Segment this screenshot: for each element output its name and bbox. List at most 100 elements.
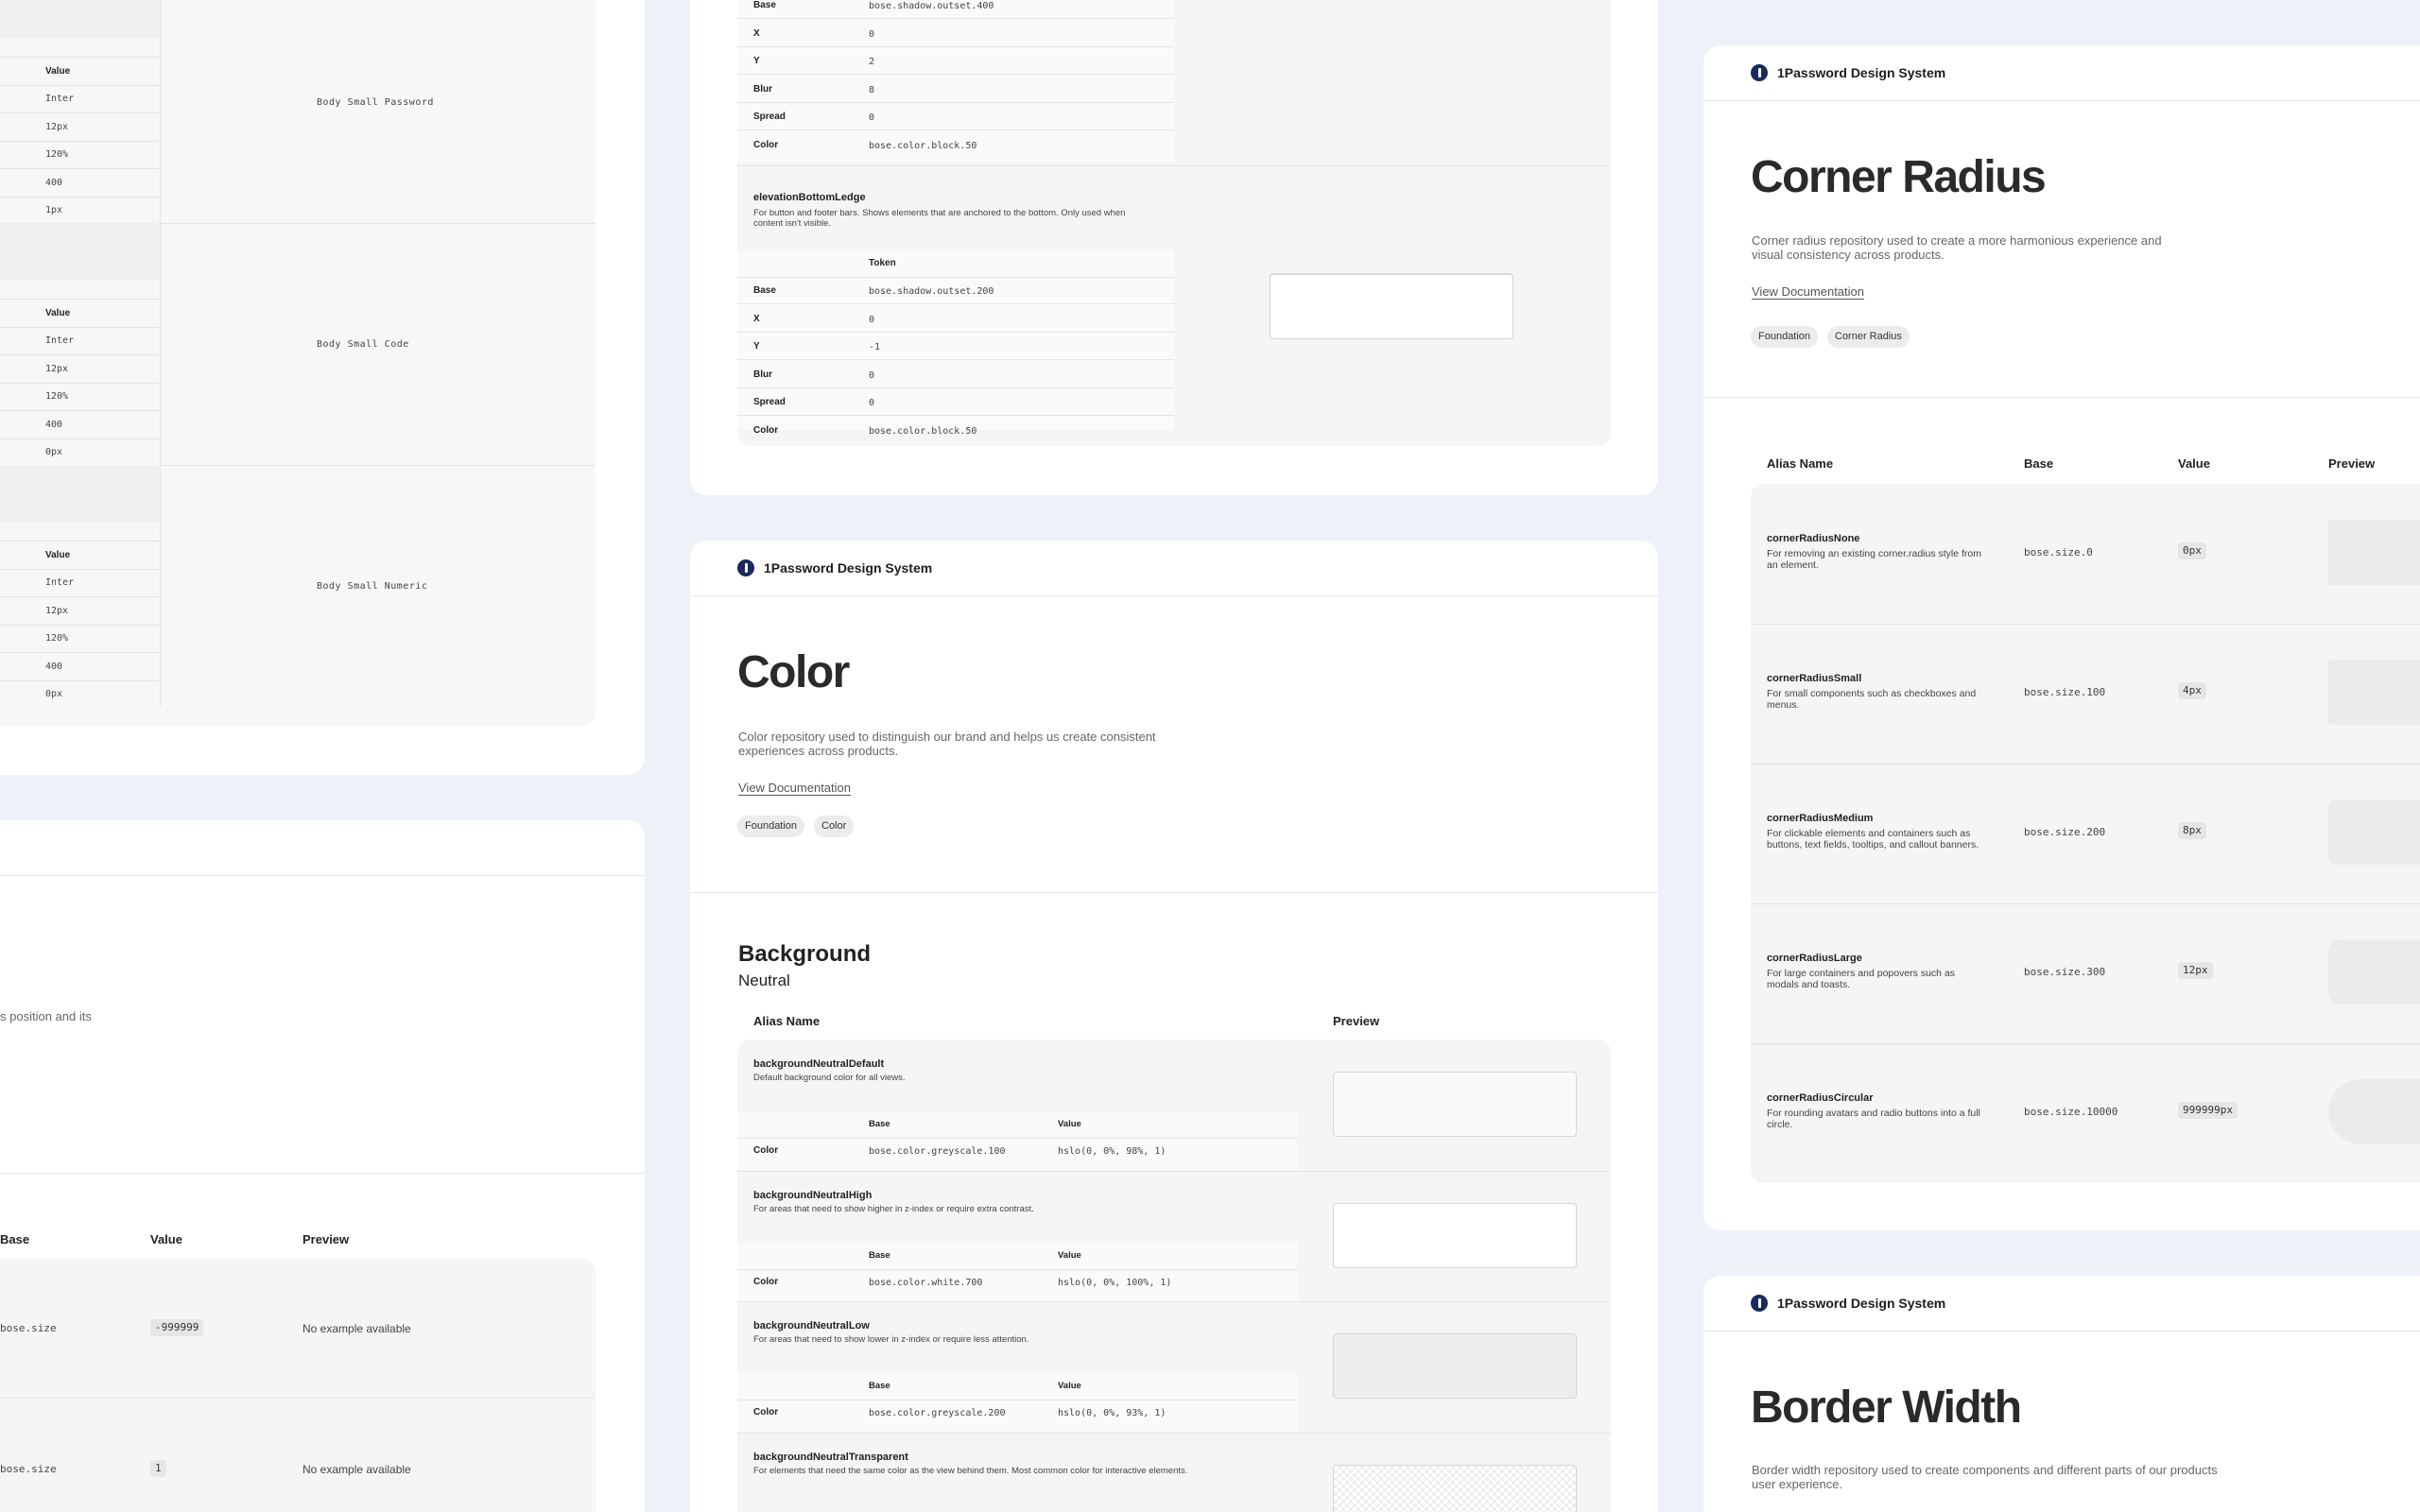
column-divider [160, 465, 161, 707]
elevation-preview [1270, 274, 1513, 339]
section-title: Background [738, 941, 872, 967]
page-description: Corner radius repository used to create … [1752, 233, 2162, 262]
row-divider [0, 652, 161, 653]
color-value: hslo(0, 0%, 93%, 1) [1058, 1408, 1167, 1418]
elevation-row-value: 8 [869, 84, 875, 95]
elevation-row-label: Spread [753, 112, 786, 122]
corner-alias-name: cornerRadiusMedium [1767, 813, 1874, 824]
page-description: Border width repository used to create c… [1752, 1463, 2218, 1491]
corner-preview-shape [2328, 660, 2420, 725]
elevation-row-value: 0 [869, 28, 875, 40]
typography-value: 400 [45, 661, 63, 672]
divider [0, 1173, 645, 1174]
tag-foundation[interactable]: Foundation [1751, 326, 1819, 348]
corner-value: 8px [2178, 822, 2206, 839]
color-value: hslo(0, 0%, 100%, 1) [1058, 1277, 1172, 1288]
color-alias-name: backgroundNeutralDefault [753, 1058, 885, 1070]
elevation-row-value: 0 [869, 369, 875, 381]
row-divider [1751, 903, 2420, 904]
corner-value: 999999px [2178, 1102, 2238, 1119]
row-divider [0, 354, 161, 355]
typography-sample-area [0, 465, 161, 522]
corner-base: bose.size.10000 [2024, 1106, 2118, 1118]
corner-alias-name: cornerRadiusSmall [1767, 673, 1862, 684]
elevation-row-label: Y [753, 56, 760, 66]
row-divider [0, 299, 161, 300]
brand-header: 1Password Design System [1751, 1295, 1945, 1312]
typography-style-name: Body Small Code [317, 339, 409, 350]
row-divider [0, 168, 161, 169]
color-preview-swatch [1333, 1202, 1577, 1268]
corner-preview-shape [2328, 939, 2420, 1005]
row-divider [737, 359, 1174, 360]
row-divider [0, 196, 161, 198]
elevation-row-value: bose.shadow.outset.200 [869, 286, 994, 297]
corner-alias-name: cornerRadiusCircular [1767, 1092, 1874, 1104]
corner-alias-desc: For small components such as checkboxes … [1767, 688, 1977, 711]
tag-foundation[interactable]: Foundation [737, 816, 805, 837]
corner-alias-desc: For large containers and popovers such a… [1767, 968, 1956, 990]
row-divider [737, 415, 1174, 416]
typography-value: 400 [45, 419, 63, 430]
typography-value: Inter [45, 335, 75, 346]
elevation-block1-table [737, 0, 1174, 163]
color-token-table [737, 1373, 1298, 1432]
row-divider [0, 624, 161, 626]
view-documentation-link[interactable]: View Documentation [738, 781, 851, 795]
col-value: Value [2178, 456, 2210, 471]
tag-corner-radius[interactable]: Corner Radius [1827, 326, 1910, 348]
typography-value: 120% [45, 391, 69, 402]
token-header: Token [869, 258, 896, 268]
item-divider [737, 1170, 1611, 1172]
row-divider [737, 277, 1174, 278]
item-divider [737, 1432, 1611, 1434]
corner-value: 0px [2178, 542, 2206, 559]
corner-alias-desc: For rounding avatars and radio buttons i… [1767, 1108, 1980, 1130]
table-row-preview: No example available [302, 1463, 411, 1476]
row-divider [737, 1268, 1298, 1270]
section-divider [1703, 397, 2420, 398]
typography-value: 120% [45, 633, 69, 644]
col-alias-name: Alias Name [1767, 456, 1834, 471]
page-title: Color [737, 647, 850, 697]
row-divider [737, 1138, 1298, 1139]
elevation-row-value: bose.shadow.outset.400 [869, 1, 994, 11]
column-divider [160, 223, 161, 465]
table-row-value: 1 [150, 1460, 166, 1477]
corner-alias-name: cornerRadiusLarge [1767, 953, 1862, 964]
elevation-card: Base bose.shadow.outset.400 X 0 Y 2 Blur 8 Sprea… [690, 0, 1658, 495]
col-alias-name: Alias Name [753, 1014, 821, 1028]
row-divider [0, 112, 161, 113]
elevation-row-value: 0 [869, 398, 875, 408]
typography-value: 1px [45, 205, 63, 215]
row-divider [0, 679, 161, 681]
header-divider [1703, 1331, 2420, 1332]
tag-color[interactable]: Color [814, 816, 855, 837]
row-divider [737, 129, 1174, 130]
color-alias-desc: For areas that need to show higher in z-… [753, 1203, 1034, 1214]
typography-value: 12px [45, 363, 69, 374]
color-token-table [737, 1242, 1298, 1301]
row-divider [0, 85, 161, 86]
typography-value: 12px [45, 121, 69, 132]
brand-header: 1Password Design System [737, 559, 932, 576]
color-preview-swatch [1333, 1072, 1577, 1137]
elevation-row-value: bose.color.block.50 [869, 425, 977, 437]
row-divider [0, 382, 161, 384]
elevation-row-label: X [753, 27, 760, 39]
row-divider [0, 569, 161, 570]
elevation-row-value: 2 [869, 57, 875, 67]
typography-sample-area [0, 223, 161, 280]
row-divider [0, 140, 161, 142]
typography-value: 0px [45, 447, 63, 457]
color-value: hslo(0, 0%, 98%, 1) [1058, 1146, 1167, 1157]
border-width-card: 1Password Design System Border Width Bor… [1703, 1276, 2420, 1512]
sub-header-value: Value [1058, 1119, 1081, 1129]
color-base-value: bose.color.greyscale.200 [869, 1408, 1006, 1418]
1password-logo-icon [1751, 64, 1768, 81]
corner-base: bose.size.200 [2024, 826, 2106, 838]
view-documentation-link[interactable]: View Documentation [1752, 284, 1864, 299]
corner-preview-shape [2328, 1079, 2420, 1144]
elevation-row-label: Base [753, 285, 776, 296]
elevation-row-label: Blur [753, 369, 772, 380]
